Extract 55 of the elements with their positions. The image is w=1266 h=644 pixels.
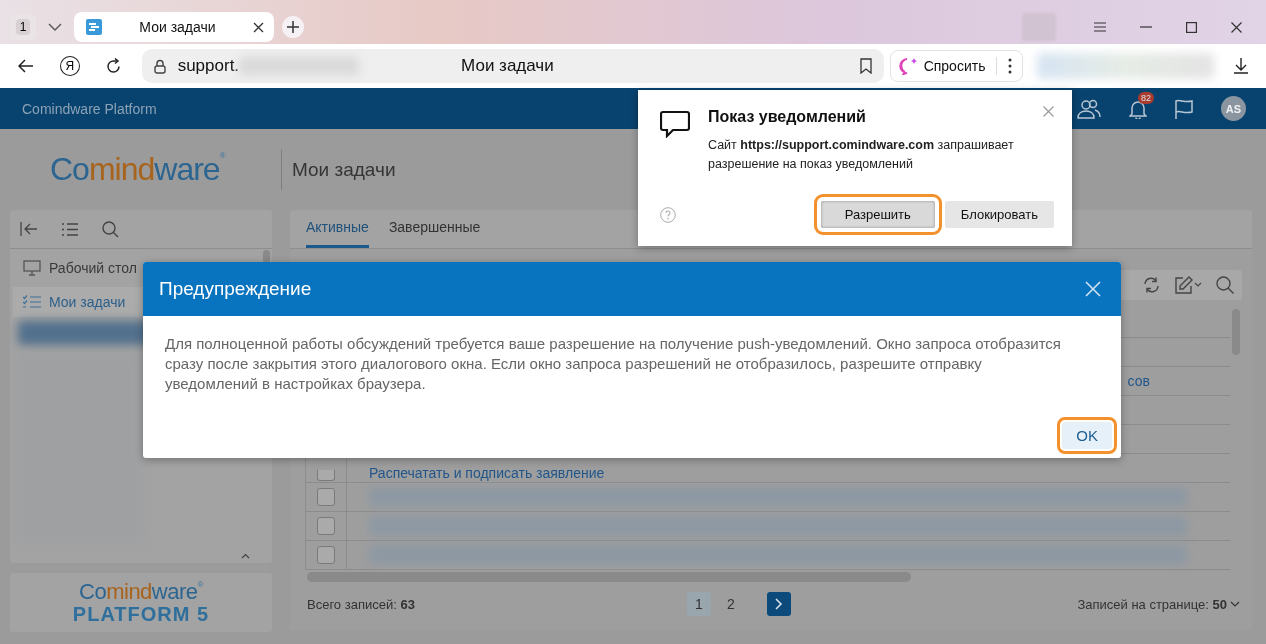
chat-bubble-icon	[660, 110, 690, 138]
page-title: Мои задачи	[292, 158, 396, 181]
monitor-icon	[23, 260, 41, 276]
search-icon[interactable]	[102, 220, 119, 238]
help-icon[interactable]	[660, 206, 676, 223]
user-avatar[interactable]: AS	[1221, 96, 1246, 121]
row-checkbox[interactable]	[317, 546, 335, 564]
block-button[interactable]: Блокировать	[944, 201, 1054, 228]
ask-button[interactable]: Спросить	[889, 50, 1024, 82]
prompt-title: Показ уведомлений	[708, 108, 867, 126]
caret-icon[interactable]	[241, 553, 250, 559]
total-count: Всего записей: 63	[307, 596, 416, 612]
row-checkbox[interactable]	[317, 517, 335, 535]
close-icon[interactable]	[253, 21, 264, 33]
row-checkbox[interactable]	[317, 488, 335, 506]
chevron-right-icon	[775, 598, 783, 610]
more-icon[interactable]	[1008, 58, 1013, 74]
prompt-message: Сайт https://support.comindware.com запрашивает разрешение на показ уведомлений	[708, 137, 1015, 173]
download-icon[interactable]	[1234, 58, 1248, 74]
bookmark-icon[interactable]	[859, 58, 872, 74]
caret-icon	[1230, 601, 1240, 607]
task-link[interactable]: Распечатать и подписать заявление	[369, 465, 605, 481]
collapse-icon[interactable]	[20, 222, 38, 236]
browser-tab[interactable]: Мои задачи	[74, 12, 274, 42]
row-checkbox[interactable]	[317, 470, 335, 481]
maximize-icon[interactable]	[1186, 21, 1197, 33]
page-size-select[interactable]: Записей на странице: 50	[1077, 596, 1240, 612]
refresh-icon[interactable]	[1143, 277, 1160, 293]
caret-icon[interactable]	[48, 23, 62, 31]
dialog-message: Для полноценной работы обсуждений требуется ваше разрешение на получение push-уведомлений. Окно запроса отобразится сразу после закрытия этого диалогового окна. Если окно запроса разрешений не отобразилось, разрешите отправку уведомлений в настройках браузера.	[165, 334, 1062, 394]
task-link[interactable]: сов	[1127, 373, 1150, 389]
back-icon[interactable]	[18, 59, 34, 73]
page-button[interactable]: 2	[719, 592, 743, 616]
product-logo: Comindware$^{®}$ PLATFORM 5	[10, 573, 272, 632]
flag-icon[interactable]	[1175, 98, 1193, 119]
reload-icon[interactable]	[105, 57, 122, 75]
tab[interactable]: Завершенные	[388, 219, 481, 248]
page-button[interactable]: 1	[687, 592, 711, 616]
people-icon[interactable]	[1077, 98, 1101, 119]
new-tab-icon[interactable]	[282, 16, 304, 38]
app-title: Comindware Platform	[22, 100, 157, 117]
app-icon	[86, 19, 102, 35]
chat-sparkle-icon	[898, 57, 919, 75]
address-field[interactable]: support. Мои задачи	[141, 49, 884, 83]
notification-badge: 82	[1138, 91, 1154, 104]
tab-counter[interactable]: 1	[10, 14, 36, 40]
menu-icon[interactable]	[1094, 22, 1106, 32]
logo: Comindware$^{®}$	[50, 151, 227, 188]
checklist-icon	[23, 295, 41, 309]
search-icon[interactable]	[1216, 276, 1234, 294]
list-icon[interactable]	[62, 222, 78, 236]
close-icon[interactable]	[1231, 21, 1242, 33]
lock-icon	[153, 58, 166, 74]
edit-icon[interactable]	[1174, 276, 1202, 294]
next-page-button[interactable]	[767, 592, 791, 616]
